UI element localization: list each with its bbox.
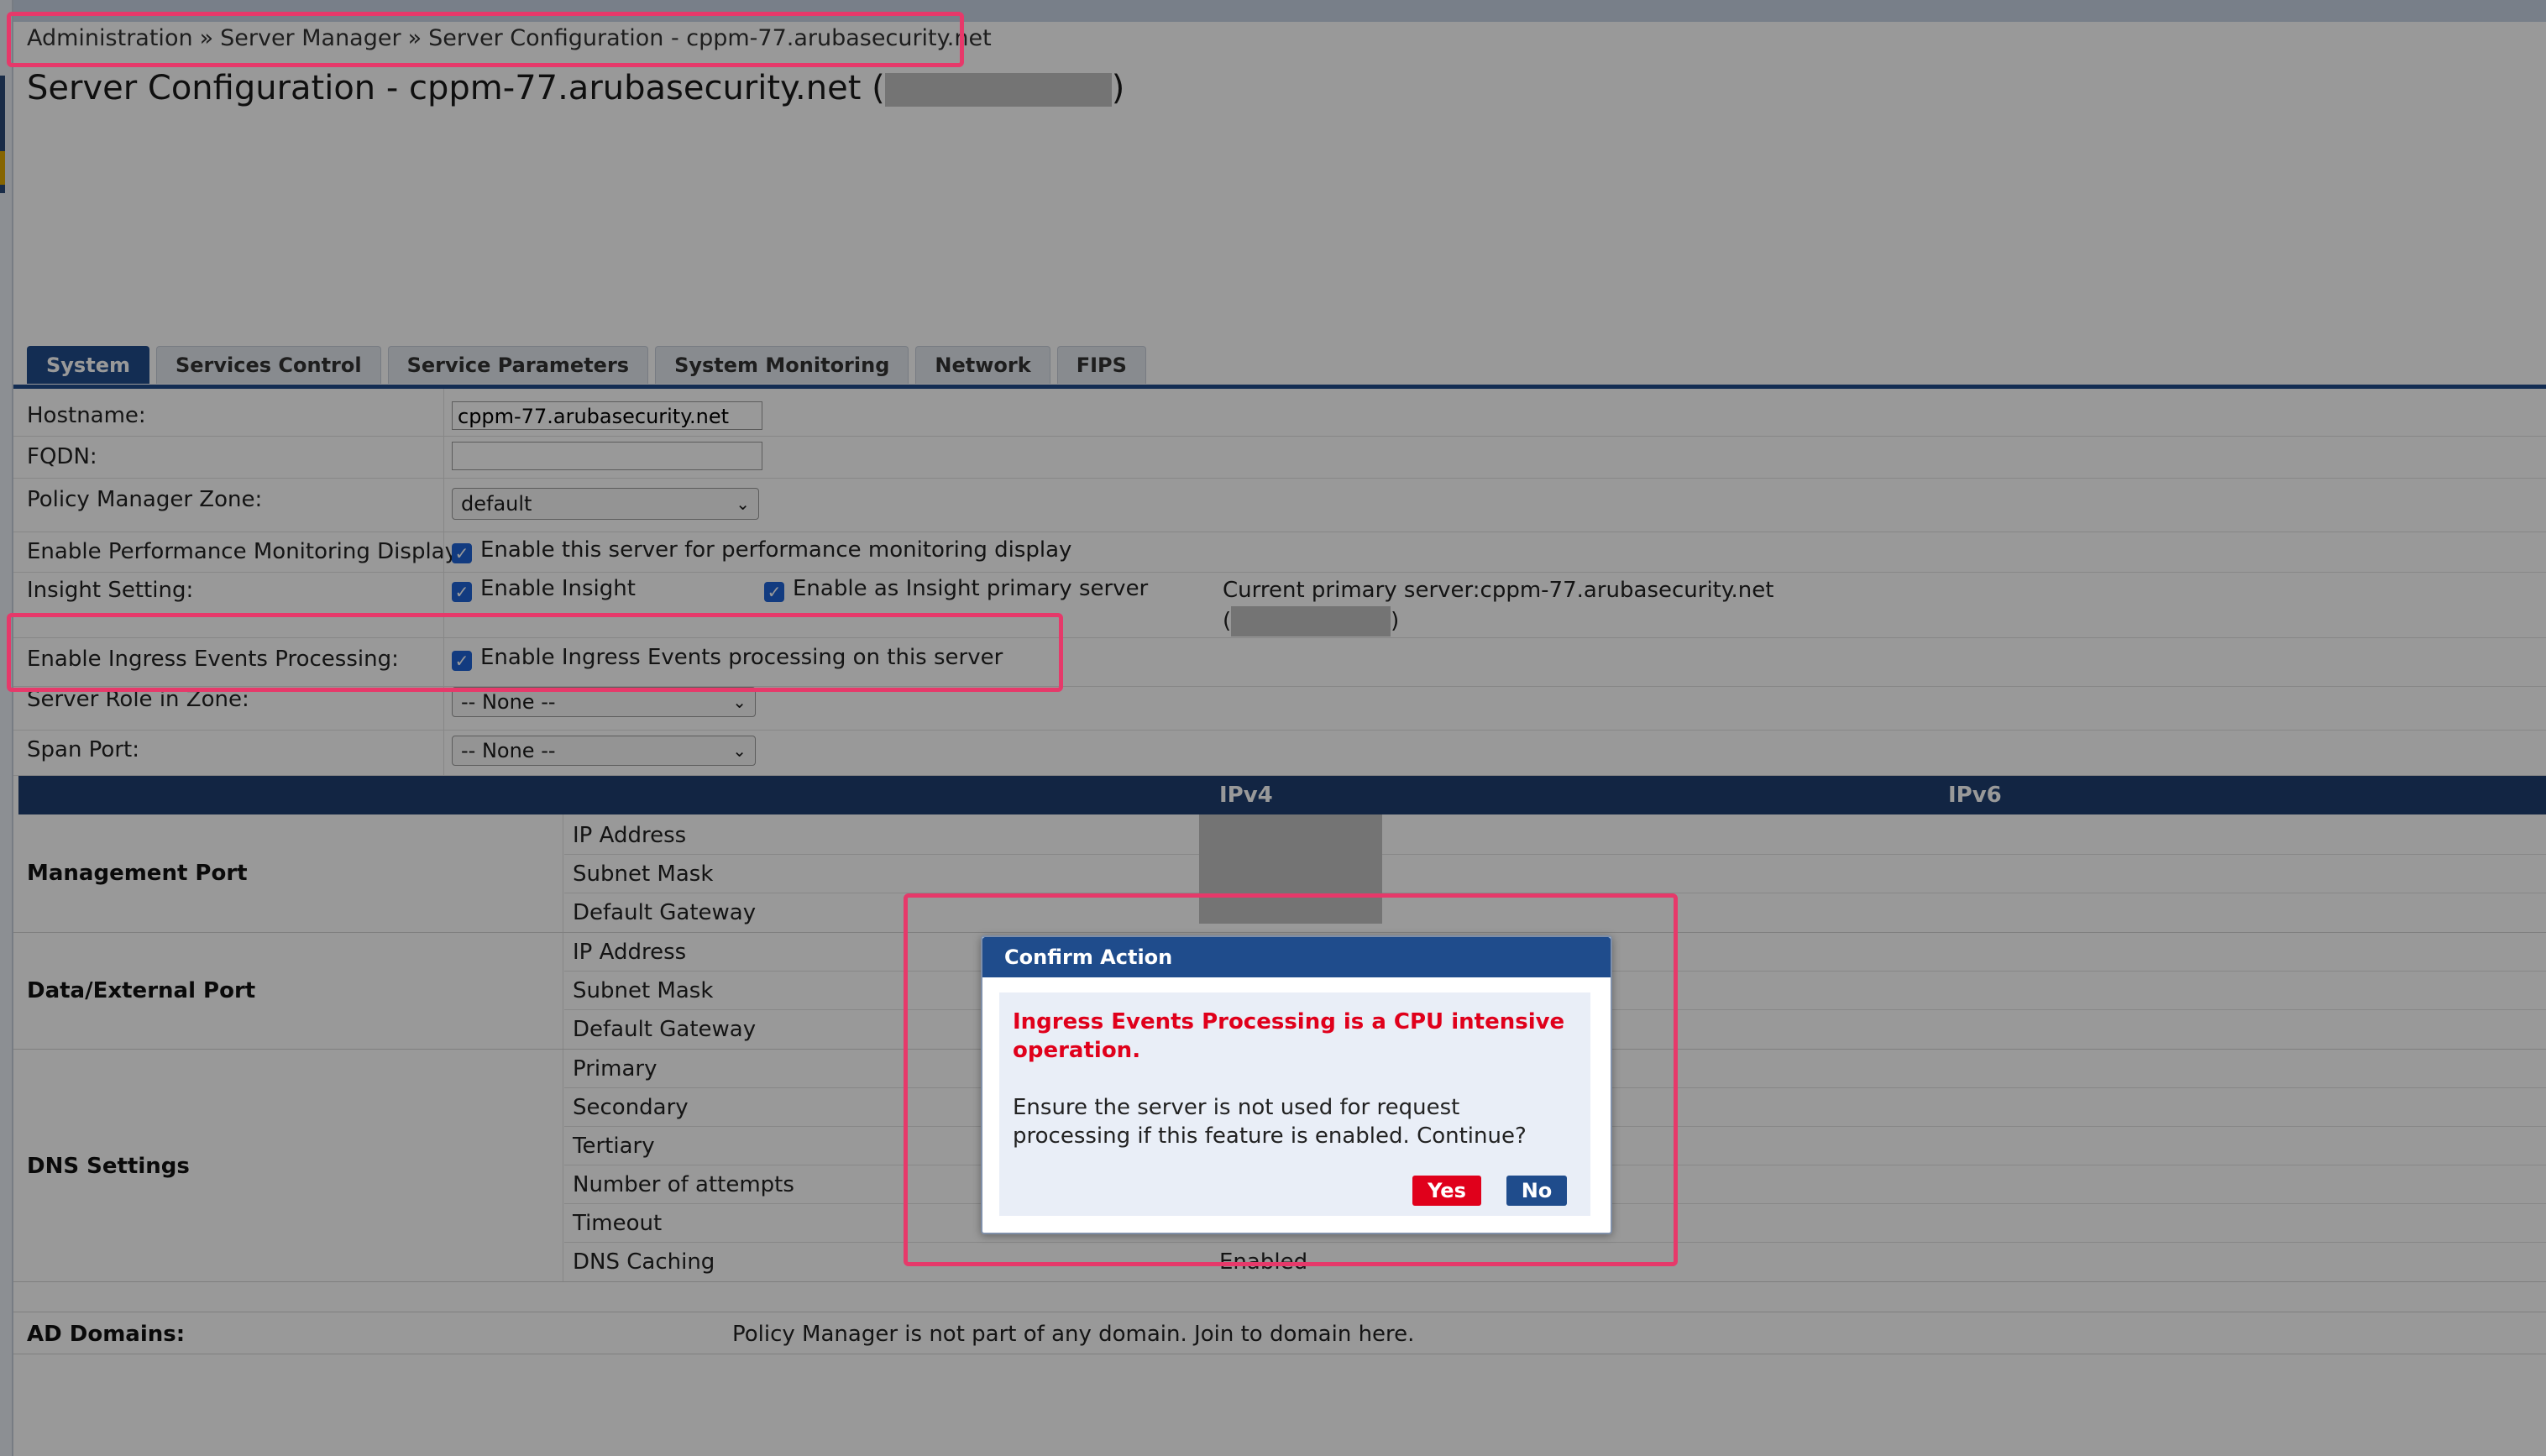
dialog-message: Ensure the server is not used for reques…: [1013, 1095, 1527, 1149]
yes-button[interactable]: Yes: [1412, 1176, 1481, 1206]
no-button[interactable]: No: [1506, 1176, 1567, 1206]
dialog-title: Confirm Action: [982, 937, 1611, 977]
dialog-body: Ingress Events Processing is a CPU inten…: [999, 992, 1590, 1216]
highlight-breadcrumb: [7, 12, 964, 67]
highlight-ingress-row: [7, 613, 1063, 692]
confirm-dialog: Confirm Action Ingress Events Processing…: [981, 935, 1612, 1234]
dialog-warning: Ingress Events Processing is a CPU inten…: [1013, 1009, 1565, 1063]
